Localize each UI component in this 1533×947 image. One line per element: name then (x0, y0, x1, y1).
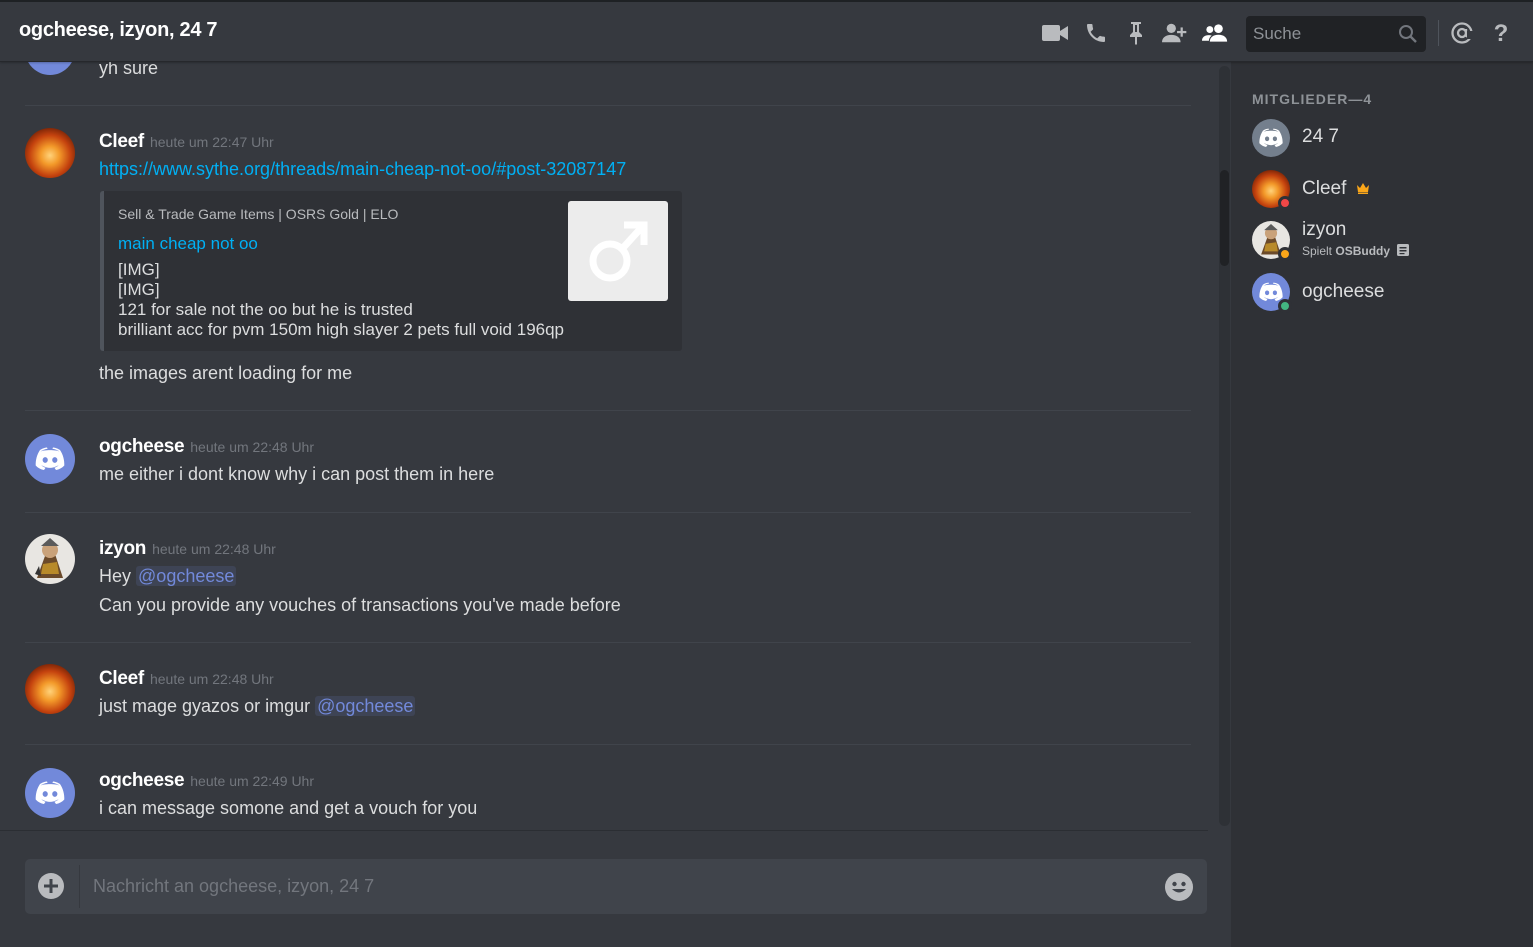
phone-icon[interactable] (1083, 20, 1109, 46)
message-list-bottom-divider (0, 830, 1208, 831)
upload-button[interactable] (37, 872, 65, 900)
user-mention[interactable]: @ogcheese (136, 566, 237, 586)
message-divider (25, 642, 1191, 643)
emoji-button[interactable] (1164, 872, 1194, 902)
members-icon[interactable] (1202, 20, 1228, 46)
male-symbol-icon (589, 221, 648, 282)
member-list: MITGLIEDER—4 24 7 Cleef izyon Spielt OSB… (1231, 62, 1533, 947)
search-input[interactable] (1246, 16, 1396, 52)
embed-provider[interactable]: Sell & Trade Game Items | OSRS Gold | EL… (118, 206, 398, 222)
member-name: 24 7 (1302, 126, 1339, 147)
message-author[interactable]: izyon heute um 22:48 Uhr (99, 538, 276, 560)
avatar[interactable] (25, 128, 75, 178)
message-author[interactable]: Cleef heute um 22:47 Uhr (99, 131, 274, 153)
embed-thumbnail[interactable] (568, 201, 668, 301)
plus-circle-icon (38, 873, 64, 899)
member-item[interactable]: 24 7 (1252, 119, 1522, 163)
message-text: yh sure (99, 62, 159, 78)
message-input[interactable] (93, 859, 1153, 914)
help-icon[interactable]: ? (1488, 20, 1514, 46)
message-text: Can you provide any vouches of transacti… (99, 595, 621, 615)
message-link[interactable]: https://www.sythe.org/threads/main-cheap… (99, 159, 626, 180)
message-divider (25, 410, 1191, 411)
search-field[interactable] (1246, 16, 1426, 52)
username[interactable]: ogcheese (99, 436, 185, 457)
timestamp: heute um 22:48 Uhr (149, 671, 274, 687)
member-name: Cleef (1302, 178, 1370, 200)
message-text: just mage gyazos or imgur @ogcheese (99, 696, 416, 717)
avatar[interactable] (25, 768, 75, 818)
emoji-icon (1165, 873, 1193, 901)
message-text: me either i dont know why i can post the… (99, 464, 495, 484)
status-online-indicator (1278, 299, 1292, 313)
text-segment: just mage gyazos or imgur (99, 696, 311, 716)
message-list[interactable]: yh sure Cleef heute um 22:47 Uhr https://… (0, 62, 1210, 840)
timestamp: heute um 22:47 Uhr (149, 134, 274, 150)
member-list-header: MITGLIEDER—4 (1252, 91, 1373, 107)
add-member-icon[interactable] (1162, 20, 1188, 46)
member-activity: Spielt OSBuddy (1302, 244, 1410, 258)
message-divider (25, 744, 1191, 745)
composer-divider (79, 865, 80, 908)
embed-description: [IMG] [IMG] 121 for sale not the oo but … (118, 260, 564, 340)
video-icon[interactable] (1042, 20, 1068, 46)
member-item[interactable]: Cleef (1252, 170, 1522, 214)
avatar[interactable] (25, 534, 75, 584)
message-divider (25, 105, 1191, 106)
avatar[interactable] (25, 434, 75, 484)
message-author[interactable]: ogcheese heute um 22:48 Uhr (99, 436, 314, 458)
embed-line: 121 for sale not the oo but he is truste… (118, 300, 413, 319)
user-mention[interactable]: @ogcheese (315, 696, 416, 716)
timestamp: heute um 22:48 Uhr (190, 439, 315, 455)
username[interactable]: Cleef (99, 668, 144, 689)
text-segment: Hey (99, 566, 132, 586)
message-text: the images arent loading for me (99, 363, 353, 383)
timestamp: heute um 22:48 Uhr (152, 541, 276, 557)
member-name: ogcheese (1302, 281, 1385, 302)
avatar[interactable] (25, 664, 75, 714)
rich-presence-icon[interactable] (1397, 244, 1410, 256)
embed-line: brilliant acc for pvm 150m high slayer 2… (118, 320, 565, 339)
channel-title: ogcheese, izyon, 24 7 (19, 19, 218, 41)
channel-header: ogcheese, izyon, 24 7 ? (0, 0, 1533, 62)
member-item[interactable]: izyon Spielt OSBuddy (1252, 219, 1522, 265)
username[interactable]: izyon (99, 538, 146, 559)
message-author[interactable]: Cleef heute um 22:48 Uhr (99, 668, 274, 690)
status-dnd-indicator (1278, 196, 1292, 210)
message-divider (25, 512, 1191, 513)
link-embed: Sell & Trade Game Items | OSRS Gold | EL… (100, 191, 682, 351)
username[interactable]: Cleef (99, 131, 144, 152)
message-author[interactable]: ogcheese heute um 22:49 Uhr (99, 770, 314, 792)
member-name: izyon (1302, 219, 1347, 240)
svg-text:?: ? (1494, 20, 1509, 46)
pin-icon[interactable] (1123, 20, 1149, 46)
member-name-text: Cleef (1302, 178, 1347, 199)
search-icon (1399, 25, 1417, 43)
embed-line: [IMG] (118, 260, 160, 279)
activity-game: OSBuddy (1335, 244, 1391, 258)
activity-prefix: Spielt (1302, 244, 1333, 258)
embed-title[interactable]: main cheap not oo (118, 234, 258, 254)
avatar[interactable] (25, 62, 75, 75)
mention-icon[interactable] (1449, 20, 1475, 46)
crown-icon (1356, 183, 1369, 194)
header-divider (1438, 20, 1439, 46)
avatar (1252, 119, 1290, 157)
message-composer (25, 859, 1207, 914)
message-text: Hey @ogcheese (99, 566, 237, 587)
message-text: i can message somone and get a vouch for… (99, 798, 478, 818)
status-idle-indicator (1278, 247, 1292, 261)
scrollbar-thumb[interactable] (1220, 170, 1229, 266)
embed-line: [IMG] (118, 280, 160, 299)
timestamp: heute um 22:49 Uhr (190, 773, 315, 789)
member-item[interactable]: ogcheese (1252, 273, 1522, 317)
username[interactable]: ogcheese (99, 770, 185, 791)
